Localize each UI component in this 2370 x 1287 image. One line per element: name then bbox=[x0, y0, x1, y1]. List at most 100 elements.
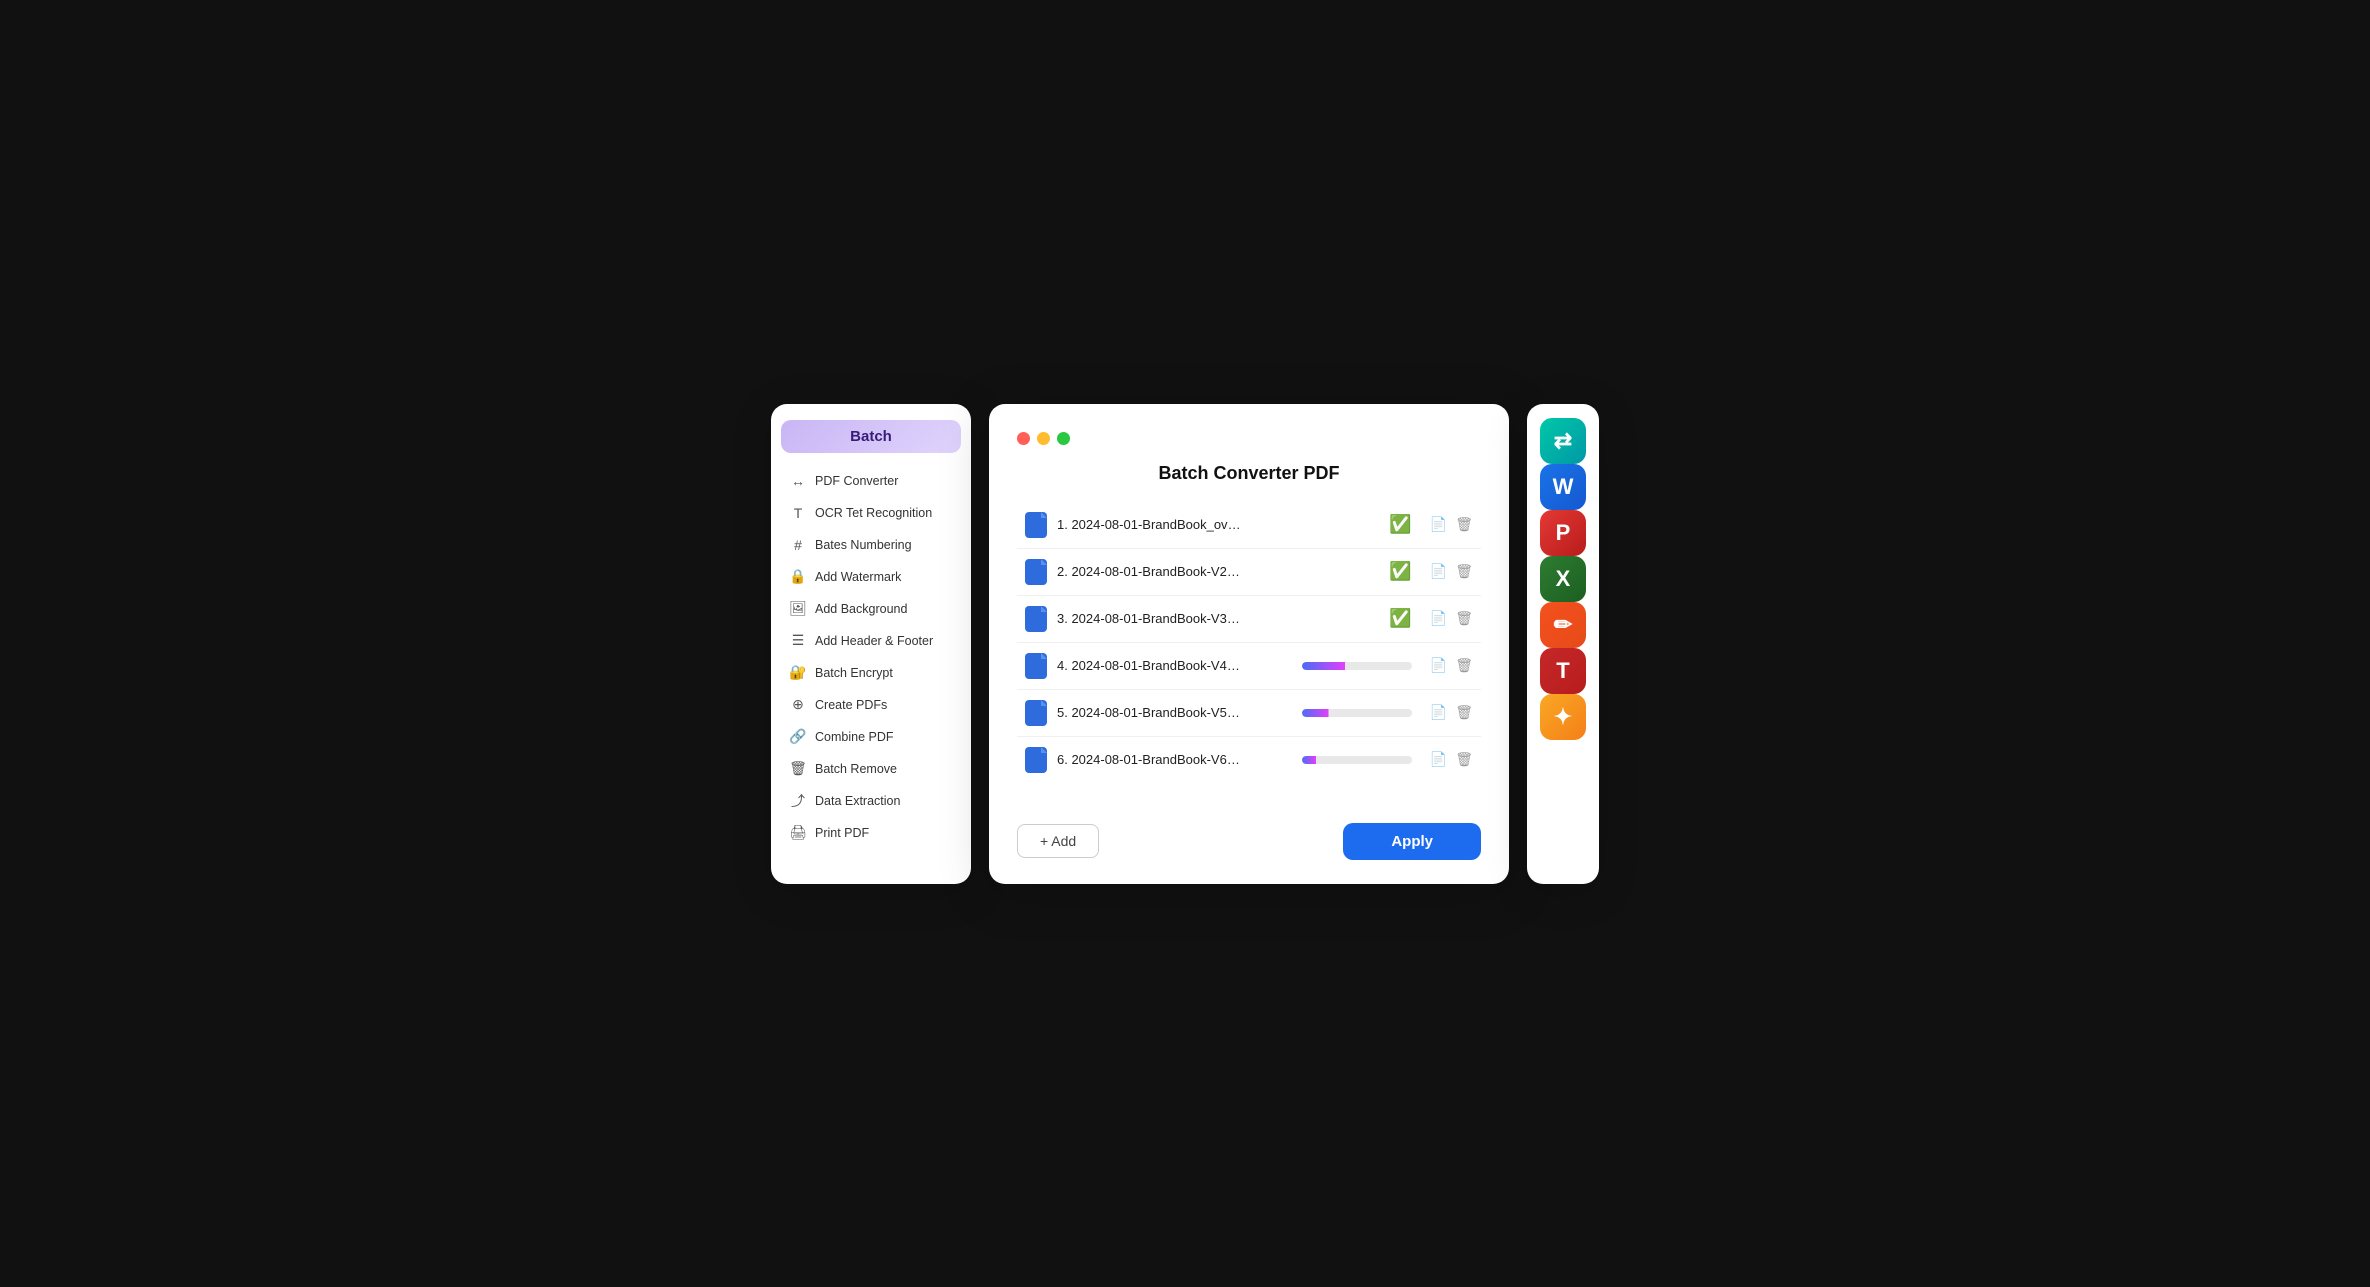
delete-file-icon[interactable]: 🗑 bbox=[1455, 610, 1473, 627]
apply-button[interactable]: Apply bbox=[1343, 823, 1481, 860]
view-file-icon[interactable]: 📄 bbox=[1430, 657, 1447, 674]
file-status: ✅ bbox=[1252, 561, 1412, 582]
sidebar-item-label-pdf-converter: PDF Converter bbox=[815, 474, 898, 488]
progress-bar-fill bbox=[1302, 756, 1346, 764]
combine-pdf-icon: 🔗 bbox=[789, 728, 807, 746]
traffic-lights bbox=[1017, 432, 1481, 445]
progress-bar bbox=[1302, 756, 1412, 764]
file-name: 2. 2024-08-01-BrandBook-V2.pdf bbox=[1057, 564, 1242, 579]
bates-numbering-icon: # bbox=[789, 536, 807, 554]
table-row: 3. 2024-08-01-BrandBook-V3.pdf✅📄🗑 bbox=[1017, 596, 1481, 643]
file-list: 1. 2024-08-01-BrandBook_overview.pdf✅📄🗑2… bbox=[1017, 502, 1481, 805]
sidebar-item-label-print-pdf: Print PDF bbox=[815, 826, 869, 840]
sidebar-item-add-header-footer[interactable]: ☰Add Header & Footer bbox=[775, 625, 967, 657]
check-icon: ✅ bbox=[1389, 561, 1411, 582]
sidebar-item-label-batch-encrypt: Batch Encrypt bbox=[815, 666, 893, 680]
delete-file-icon[interactable]: 🗑 bbox=[1455, 516, 1473, 533]
file-status: ✅ bbox=[1252, 608, 1412, 629]
action-icons: 📄🗑 bbox=[1430, 657, 1473, 674]
sidebar-item-add-background[interactable]: 🖼Add Background bbox=[775, 593, 967, 625]
file-name: 5. 2024-08-01-BrandBook-V5.pdf bbox=[1057, 705, 1242, 720]
sidebar-item-batch-encrypt[interactable]: 🔐 Batch Encrypt bbox=[775, 657, 967, 689]
app-icon-edit-app[interactable]: ✏ bbox=[1540, 602, 1586, 648]
add-button[interactable]: + Add bbox=[1017, 824, 1099, 858]
close-button[interactable] bbox=[1017, 432, 1030, 445]
sidebar-item-label-data-extraction: Data Extraction bbox=[815, 794, 900, 808]
table-row: 6. 2024-08-01-BrandBook-V6.pdf📄🗑 bbox=[1017, 737, 1481, 783]
delete-file-icon[interactable]: 🗑 bbox=[1455, 751, 1473, 768]
sidebar-item-bates-numbering[interactable]: # Bates Numbering bbox=[775, 529, 967, 561]
pdf-file-icon bbox=[1025, 512, 1047, 538]
sidebar-items-container: ↔ PDF Converter T OCR Tet Recognition # Bates… bbox=[771, 465, 971, 849]
delete-file-icon[interactable]: 🗑 bbox=[1455, 704, 1473, 721]
sidebar-item-label-create-pdfs: Create PDFs bbox=[815, 698, 887, 712]
print-pdf-icon: 🖨 bbox=[789, 824, 807, 842]
sidebar-item-label-batch-remove: Batch Remove bbox=[815, 762, 897, 776]
sidebar-item-combine-pdf[interactable]: 🔗 Combine PDF bbox=[775, 721, 967, 753]
sidebar-item-batch-remove[interactable]: 🗑 Batch Remove bbox=[775, 753, 967, 785]
file-status: ✅ bbox=[1252, 514, 1412, 535]
file-status bbox=[1252, 709, 1412, 717]
table-row: 2. 2024-08-01-BrandBook-V2.pdf✅📄🗑 bbox=[1017, 549, 1481, 596]
app-icons-container: ⇄WPX✏T✦ bbox=[1540, 418, 1586, 740]
file-name: 1. 2024-08-01-BrandBook_overview.pdf bbox=[1057, 517, 1242, 532]
action-icons: 📄🗑 bbox=[1430, 516, 1473, 533]
maximize-button[interactable] bbox=[1057, 432, 1070, 445]
action-icons: 📄🗑 bbox=[1430, 563, 1473, 580]
table-row: 5. 2024-08-01-BrandBook-V5.pdf📄🗑 bbox=[1017, 690, 1481, 737]
sidebar-item-label-ocr-text: OCR Tet Recognition bbox=[815, 506, 932, 520]
check-icon: ✅ bbox=[1389, 514, 1411, 535]
sidebar-title-wrap: Batch bbox=[781, 420, 961, 453]
main-panel: Batch Converter PDF 1. 2024-08-01-BrandB… bbox=[989, 404, 1509, 884]
sidebar-item-label-add-background: Add Background bbox=[815, 602, 907, 616]
minimize-button[interactable] bbox=[1037, 432, 1050, 445]
batch-remove-icon: 🗑 bbox=[789, 760, 807, 778]
delete-file-icon[interactable]: 🗑 bbox=[1455, 563, 1473, 580]
pdf-file-icon bbox=[1025, 700, 1047, 726]
action-icons: 📄🗑 bbox=[1430, 704, 1473, 721]
progress-bar bbox=[1302, 662, 1412, 670]
right-panel: ⇄WPX✏T✦ bbox=[1527, 404, 1599, 884]
create-pdfs-icon: ⊕ bbox=[789, 696, 807, 714]
sidebar-item-ocr-text[interactable]: T OCR Tet Recognition bbox=[775, 497, 967, 529]
batch-encrypt-icon: 🔐 bbox=[789, 664, 807, 682]
action-icons: 📄🗑 bbox=[1430, 610, 1473, 627]
pdf-file-icon bbox=[1025, 606, 1047, 632]
app-icon-excel-app[interactable]: X bbox=[1540, 556, 1586, 602]
file-name: 6. 2024-08-01-BrandBook-V6.pdf bbox=[1057, 752, 1242, 767]
delete-file-icon[interactable]: 🗑 bbox=[1455, 657, 1473, 674]
pdf-file-icon bbox=[1025, 653, 1047, 679]
scene: Batch ↔ PDF Converter T OCR Tet Recognition… bbox=[771, 404, 1599, 884]
app-icon-ppt-red-app[interactable]: P bbox=[1540, 510, 1586, 556]
app-icon-photo-app[interactable]: ✦ bbox=[1540, 694, 1586, 740]
view-file-icon[interactable]: 📄 bbox=[1430, 610, 1447, 627]
view-file-icon[interactable]: 📄 bbox=[1430, 516, 1447, 533]
data-extraction-icon: ⤴ bbox=[789, 792, 807, 810]
sidebar-item-print-pdf[interactable]: 🖨 Print PDF bbox=[775, 817, 967, 849]
footer-row: + Add Apply bbox=[1017, 823, 1481, 860]
pdf-converter-icon: ↔ bbox=[789, 472, 807, 490]
view-file-icon[interactable]: 📄 bbox=[1430, 704, 1447, 721]
view-file-icon[interactable]: 📄 bbox=[1430, 751, 1447, 768]
file-name: 3. 2024-08-01-BrandBook-V3.pdf bbox=[1057, 611, 1242, 626]
view-file-icon[interactable]: 📄 bbox=[1430, 563, 1447, 580]
main-title: Batch Converter PDF bbox=[1017, 463, 1481, 484]
pdf-file-icon bbox=[1025, 559, 1047, 585]
sidebar-item-label-bates-numbering: Bates Numbering bbox=[815, 538, 912, 552]
sidebar-item-data-extraction[interactable]: ⤴ Data Extraction bbox=[775, 785, 967, 817]
table-row: 4. 2024-08-01-BrandBook-V4.pdf📄🗑 bbox=[1017, 643, 1481, 690]
table-row: 1. 2024-08-01-BrandBook_overview.pdf✅📄🗑 bbox=[1017, 502, 1481, 549]
sidebar-item-add-watermark[interactable]: 🔒Add Watermark bbox=[775, 561, 967, 593]
sidebar-panel: Batch ↔ PDF Converter T OCR Tet Recognition… bbox=[771, 404, 971, 884]
action-icons: 📄🗑 bbox=[1430, 751, 1473, 768]
app-icon-type-app[interactable]: T bbox=[1540, 648, 1586, 694]
sidebar-item-pdf-converter[interactable]: ↔ PDF Converter bbox=[775, 465, 967, 497]
app-icon-shuffle-app[interactable]: ⇄ bbox=[1540, 418, 1586, 464]
progress-bar bbox=[1302, 709, 1412, 717]
sidebar-item-create-pdfs[interactable]: ⊕ Create PDFs bbox=[775, 689, 967, 721]
progress-bar-fill bbox=[1302, 662, 1379, 670]
app-icon-word-app[interactable]: W bbox=[1540, 464, 1586, 510]
progress-bar-fill bbox=[1302, 709, 1363, 717]
ocr-text-icon: T bbox=[789, 504, 807, 522]
sidebar-item-label-combine-pdf: Combine PDF bbox=[815, 730, 894, 744]
